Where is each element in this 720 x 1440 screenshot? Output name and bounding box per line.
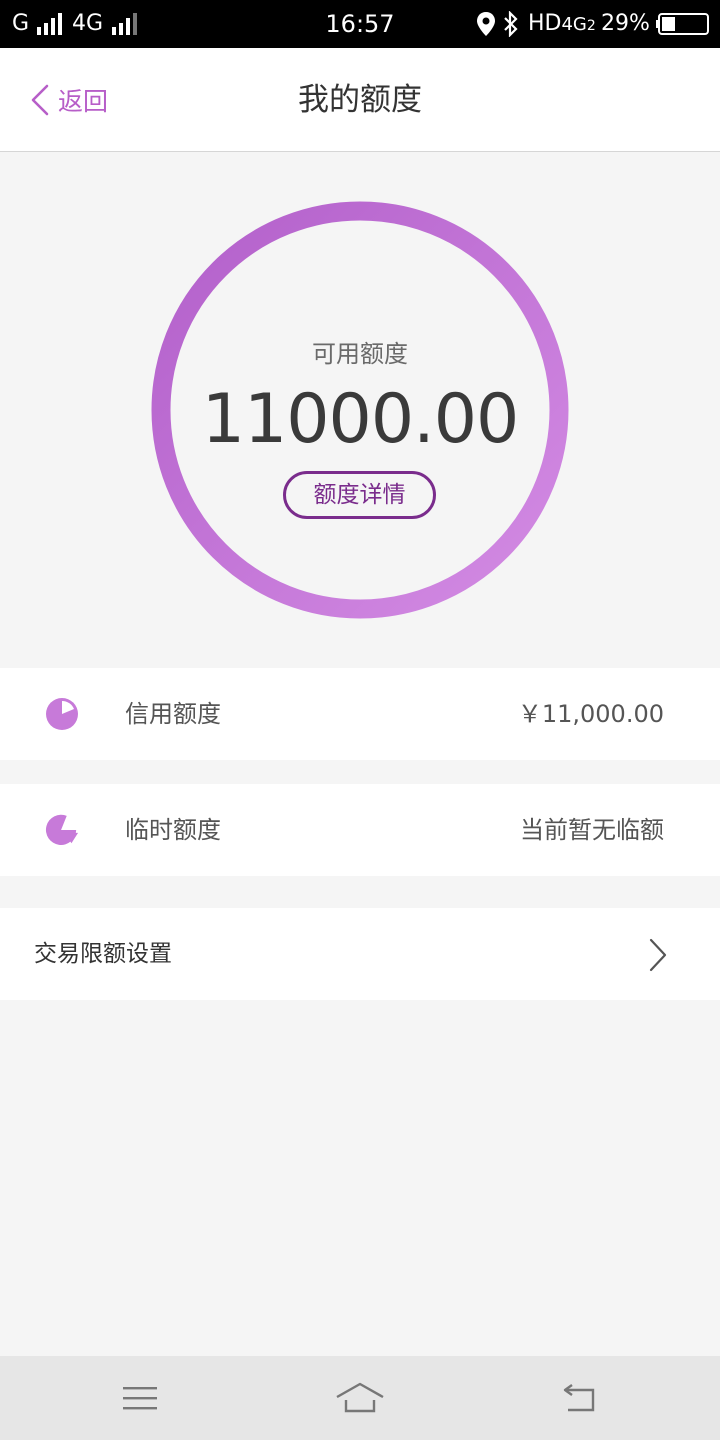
battery-icon bbox=[656, 0, 712, 48]
header-bar: 我的额度 返回 bbox=[0, 48, 720, 152]
available-credit-label: 可用额度 bbox=[312, 340, 408, 368]
back-button[interactable]: 返回 bbox=[30, 78, 108, 122]
menu-icon bbox=[123, 1387, 157, 1410]
sim-2-marker: 2 bbox=[586, 18, 596, 34]
menu-button[interactable] bbox=[80, 1356, 200, 1440]
credit-limit-row: 信用额度 ￥11,000.00 bbox=[0, 668, 720, 760]
back-label: 返回 bbox=[58, 87, 109, 116]
temporary-limit-row: 临时额度 当前暂无临额 bbox=[0, 784, 720, 876]
available-credit-amount: 11000.00 bbox=[201, 380, 519, 459]
credit-limit-value: ￥11,000.00 bbox=[517, 700, 664, 728]
pie-split-icon bbox=[45, 814, 79, 845]
bluetooth-icon bbox=[502, 0, 520, 48]
credit-limit-label: 信用额度 bbox=[125, 700, 221, 728]
location-icon bbox=[476, 0, 496, 48]
temporary-limit-value: 当前暂无临额 bbox=[520, 816, 664, 844]
network-2-label: 4G bbox=[561, 14, 587, 35]
hd-label: HD bbox=[528, 11, 562, 36]
home-button[interactable] bbox=[300, 1356, 420, 1440]
return-icon bbox=[563, 1384, 595, 1412]
back-nav-button[interactable] bbox=[520, 1356, 640, 1440]
transaction-limit-settings-row[interactable]: 交易限额设置 bbox=[0, 908, 720, 1000]
temporary-limit-label: 临时额度 bbox=[125, 816, 221, 844]
available-credit-ring: 可用额度 11000.00 额度详情 bbox=[150, 200, 570, 620]
battery-percent: 29% bbox=[601, 11, 650, 36]
system-nav-bar bbox=[0, 1356, 720, 1440]
chevron-left-icon bbox=[31, 84, 49, 116]
pie-chart-icon bbox=[46, 698, 78, 730]
status-bar: G 4G 16:57 HD4G2 29% bbox=[0, 0, 720, 48]
hd-indicator: HD4G2 bbox=[528, 0, 596, 48]
transaction-limit-settings-label: 交易限额设置 bbox=[34, 941, 172, 967]
credit-detail-button[interactable]: 额度详情 bbox=[283, 471, 436, 519]
chevron-right-icon bbox=[649, 938, 667, 972]
home-icon bbox=[336, 1382, 384, 1413]
